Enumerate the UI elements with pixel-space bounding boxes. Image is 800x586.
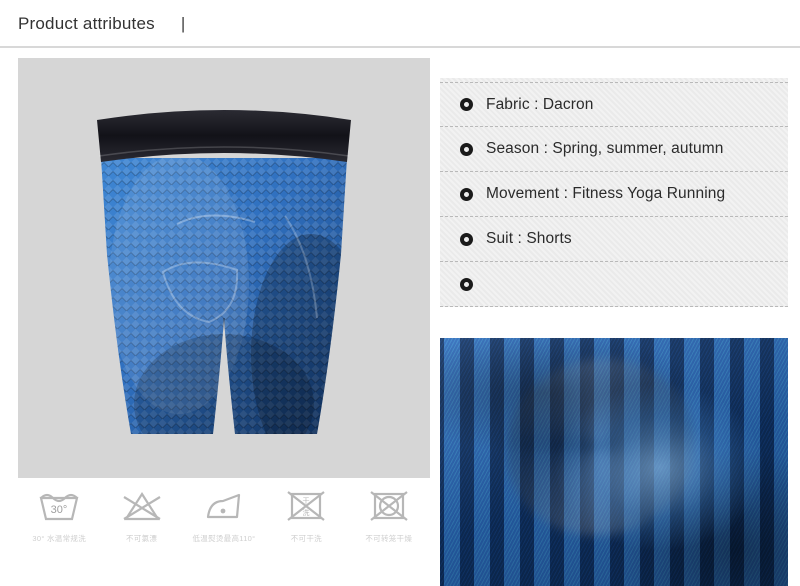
do-not-dry-clean-icon: 干 洗 bbox=[284, 486, 328, 526]
ring-bullet-icon bbox=[460, 142, 473, 156]
attribute-row: Season : Spring, summer, autumn bbox=[440, 127, 788, 172]
ring-bullet-icon bbox=[460, 98, 473, 111]
do-not-bleach-icon bbox=[120, 486, 164, 526]
attributes-panel: Fabric : Dacron Season : Spring, summer,… bbox=[440, 78, 788, 307]
ring-bullet-icon bbox=[460, 277, 473, 291]
iron-low-heat-icon bbox=[201, 486, 247, 526]
care-item-dry-clean: 干 洗 不可干洗 bbox=[267, 486, 345, 544]
care-caption-wash: 30° 水温常规洗 bbox=[32, 534, 86, 543]
attribute-label: Suit : Shorts bbox=[486, 230, 572, 247]
page-header: Product attributes | bbox=[0, 0, 800, 48]
attribute-label: Movement : Fitness Yoga Running bbox=[486, 185, 726, 202]
care-caption-tumble-dry: 不可转笼干燥 bbox=[365, 534, 413, 543]
product-shorts-image bbox=[97, 110, 351, 434]
wash-temperature-label: 30° bbox=[51, 504, 68, 516]
attribute-row: Movement : Fitness Yoga Running bbox=[440, 172, 788, 217]
ring-bullet-icon bbox=[460, 232, 473, 246]
attribute-row: Suit : Shorts bbox=[440, 217, 788, 262]
attribute-row: Fabric : Dacron bbox=[440, 82, 788, 127]
attribute-label: Fabric : Dacron bbox=[486, 95, 594, 113]
attribute-label: Season : Spring, summer, autumn bbox=[486, 140, 724, 157]
page-title: Product attributes bbox=[18, 14, 155, 33]
main-content: 30° 30° 水温常规洗 不可氯漂 低温熨烫最高110° 干 洗 不可干洗 不… bbox=[0, 48, 800, 586]
attribute-row-empty bbox=[440, 262, 788, 307]
wash-tub-30-icon: 30° bbox=[37, 486, 81, 526]
svg-text:洗: 洗 bbox=[303, 508, 310, 517]
fabric-drape-shading bbox=[440, 338, 788, 586]
care-caption-iron: 低温熨烫最高110° bbox=[192, 534, 256, 543]
care-item-bleach: 不可氯漂 bbox=[103, 486, 181, 544]
care-item-tumble-dry: 不可转笼干燥 bbox=[350, 486, 428, 544]
product-image-panel[interactable] bbox=[18, 58, 430, 478]
care-caption-dry-clean: 不可干洗 bbox=[290, 534, 322, 543]
header-divider-glyph: | bbox=[180, 14, 186, 33]
care-symbols-row: 30° 30° 水温常规洗 不可氯漂 低温熨烫最高110° 干 洗 不可干洗 不… bbox=[18, 486, 430, 544]
do-not-tumble-dry-icon bbox=[367, 486, 411, 526]
fabric-closeup-image[interactable] bbox=[440, 338, 788, 586]
care-item-iron: 低温熨烫最高110° bbox=[185, 486, 263, 544]
care-item-wash: 30° 30° 水温常规洗 bbox=[20, 486, 98, 544]
care-caption-bleach: 不可氯漂 bbox=[125, 534, 158, 543]
ring-bullet-icon bbox=[460, 187, 473, 201]
